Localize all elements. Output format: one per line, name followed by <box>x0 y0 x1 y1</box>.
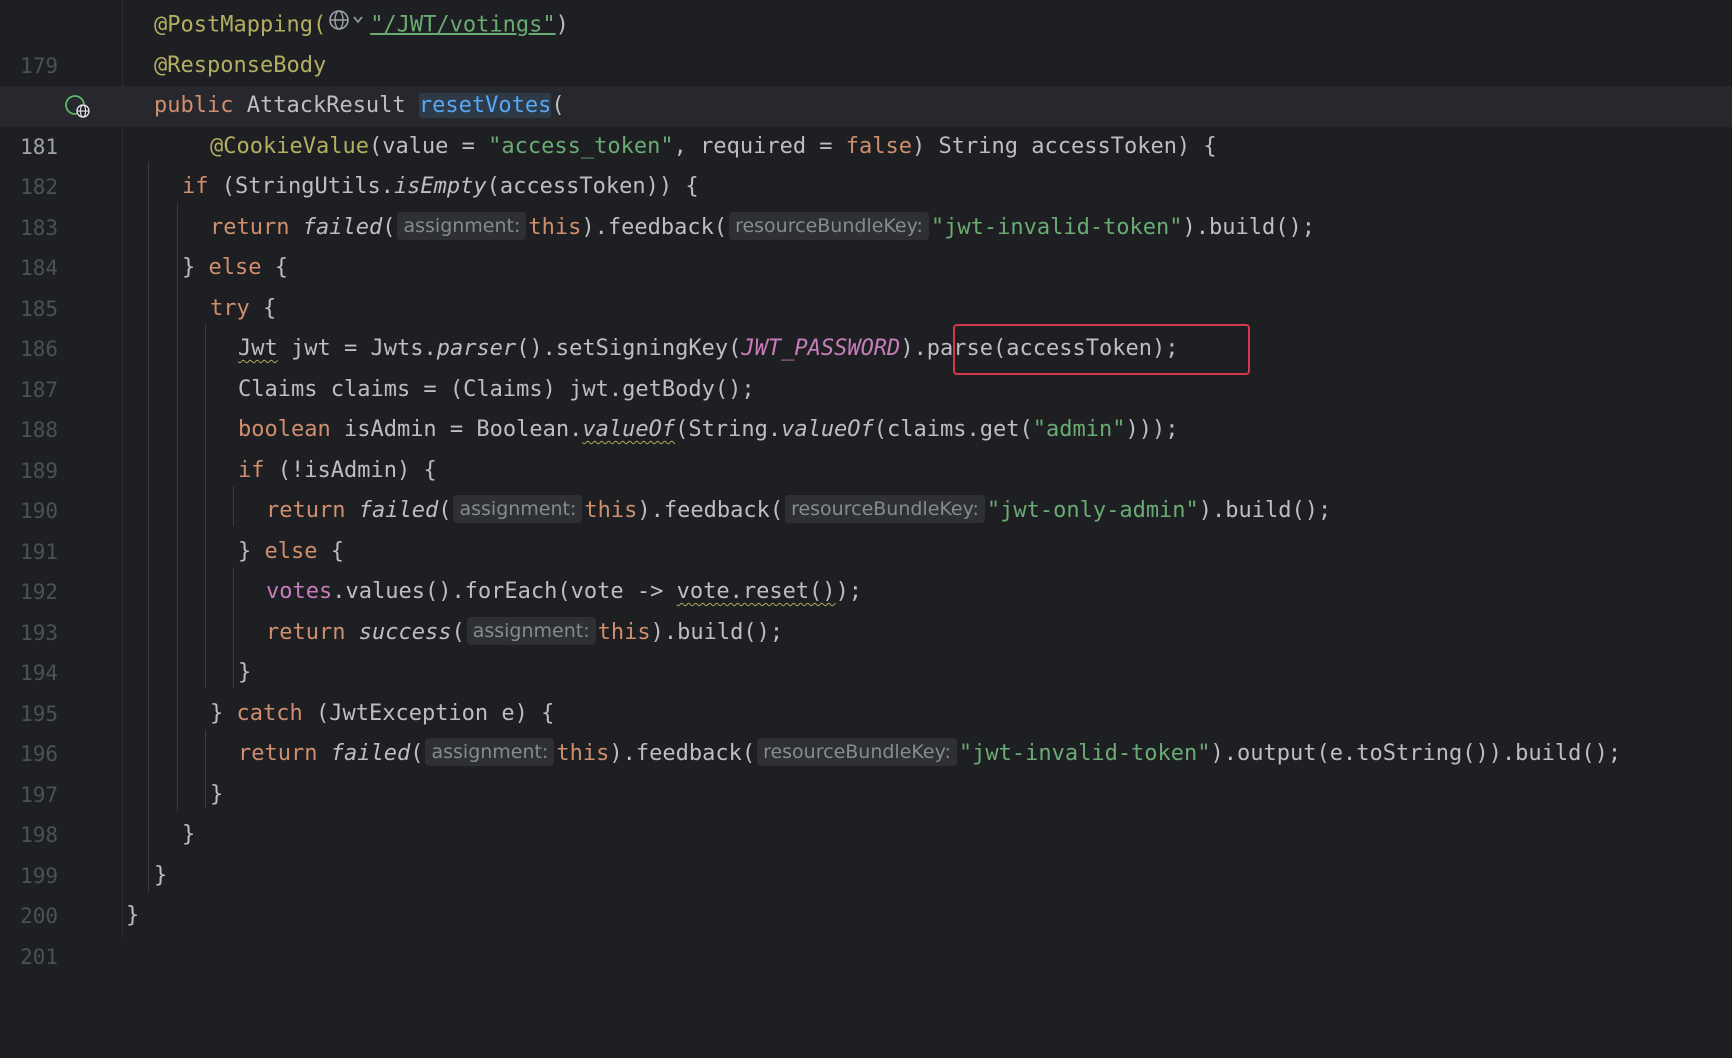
code-line[interactable]: 196 } catch (JwtException e) { <box>0 694 1732 767</box>
parameter-hint: assignment: <box>466 616 596 645</box>
code-text[interactable]: boolean isAdmin = Boolean.valueOf(String… <box>238 410 1178 451</box>
code-text[interactable]: } else { <box>238 532 344 573</box>
endpoint-globe-icon[interactable] <box>64 94 92 120</box>
code-line[interactable]: 189 boolean isAdmin = Boolean.valueOf(St… <box>0 410 1732 483</box>
code-text[interactable]: public AttackResult resetVotes( <box>154 86 565 127</box>
code-line[interactable]: 195 } <box>0 653 1732 726</box>
code-text[interactable]: return failed(assignment: this).feedback(… <box>238 734 1621 775</box>
code-text[interactable]: if (!isAdmin) { <box>238 451 437 492</box>
method-declaration[interactable]: resetVotes <box>418 93 552 118</box>
code-line[interactable]: 192 } else { <box>0 532 1732 605</box>
code-text[interactable]: } else { <box>182 248 288 289</box>
code-text[interactable]: @PostMapping("/JWT/votings") <box>154 5 569 46</box>
code-text[interactable]: @ResponseBody <box>154 46 326 87</box>
code-line[interactable]: 190 if (!isAdmin) { <box>0 451 1732 524</box>
globe-icon[interactable] <box>328 5 368 46</box>
code-text[interactable]: return success(assignment: this).build(); <box>266 613 783 654</box>
code-text[interactable]: votes.values().forEach(vote -> vote.rese… <box>266 572 862 613</box>
code-text[interactable]: } catch (JwtException e) { <box>210 694 554 735</box>
code-text[interactable]: Claims claims = (Claims) jwt.getBody(); <box>238 370 755 411</box>
code-line[interactable]: 185 } else { <box>0 248 1732 321</box>
code-line[interactable]: 193 votes.values().forEach(vote -> vote.… <box>0 572 1732 645</box>
code-line[interactable]: 201 } <box>0 896 1732 969</box>
code-text[interactable]: return failed(assignment: this).feedback(… <box>210 208 1315 249</box>
parameter-hint: assignment: <box>397 211 527 240</box>
code-text[interactable]: Jwt jwt = Jwts.parser().setSigningKey(JW… <box>238 329 1178 370</box>
parameter-hint: assignment: <box>425 738 555 766</box>
code-line[interactable]: 187 Jwt jwt = Jwts.parser().setSigningKe… <box>0 329 1732 402</box>
code-text[interactable]: } <box>154 856 167 897</box>
highlighted-parse-call[interactable]: .parse(accessToken); <box>914 336 1179 361</box>
endpoint-url[interactable]: "/JWT/votings" <box>370 12 555 37</box>
code-text[interactable]: } <box>238 653 251 694</box>
code-text[interactable]: if (StringUtils.isEmpty(accessToken)) { <box>182 167 699 208</box>
code-line[interactable]: 197 return failed(assignment: this).feedb… <box>0 734 1732 807</box>
code-text[interactable]: @CookieValue(value = "access_token", req… <box>210 127 1217 168</box>
code-line[interactable]: 200 } <box>0 856 1732 929</box>
code-line[interactable]: 182 @CookieValue(value = "access_token",… <box>0 127 1732 200</box>
code-line[interactable]: 184 return failed(assignment: this).feedb… <box>0 208 1732 280</box>
parameter-hint: resourceBundleKey: <box>729 211 929 240</box>
line-number: 201 <box>20 944 58 969</box>
code-line[interactable]: 186 try { <box>0 289 1732 362</box>
code-line[interactable]: 199 } <box>0 815 1732 888</box>
code-line[interactable]: 179 @PostMapping("/JWT/votings") <box>0 5 1732 78</box>
code-line[interactable]: 188 Claims claims = (Claims) jwt.getBody… <box>0 370 1732 443</box>
code-text[interactable]: try { <box>210 289 276 330</box>
code-line[interactable]: 191 return failed(assignment: this).feedb… <box>0 491 1732 564</box>
code-line[interactable]: 180 @ResponseBody <box>0 46 1732 119</box>
code-line[interactable]: 194 return success(assignment: this).buil… <box>0 613 1732 685</box>
code-text[interactable]: } <box>210 775 223 816</box>
code-text[interactable]: } <box>126 896 139 937</box>
parameter-hint: resourceBundleKey: <box>757 738 957 766</box>
parameter-hint: resourceBundleKey: <box>785 495 985 523</box>
current-code-line[interactable]: 181 public AttackResult resetVotes( <box>0 86 1732 159</box>
code-text[interactable]: } <box>182 815 195 856</box>
code-editor[interactable]: 179 @PostMapping("/JWT/votings") 180 @Re… <box>0 0 1732 969</box>
code-line[interactable]: 183 if (StringUtils.isEmpty(accessToken)… <box>0 167 1732 240</box>
parameter-hint: assignment: <box>453 495 583 523</box>
code-line[interactable]: 198 } <box>0 775 1732 848</box>
code-text[interactable]: return failed(assignment: this).feedback(… <box>266 491 1331 532</box>
